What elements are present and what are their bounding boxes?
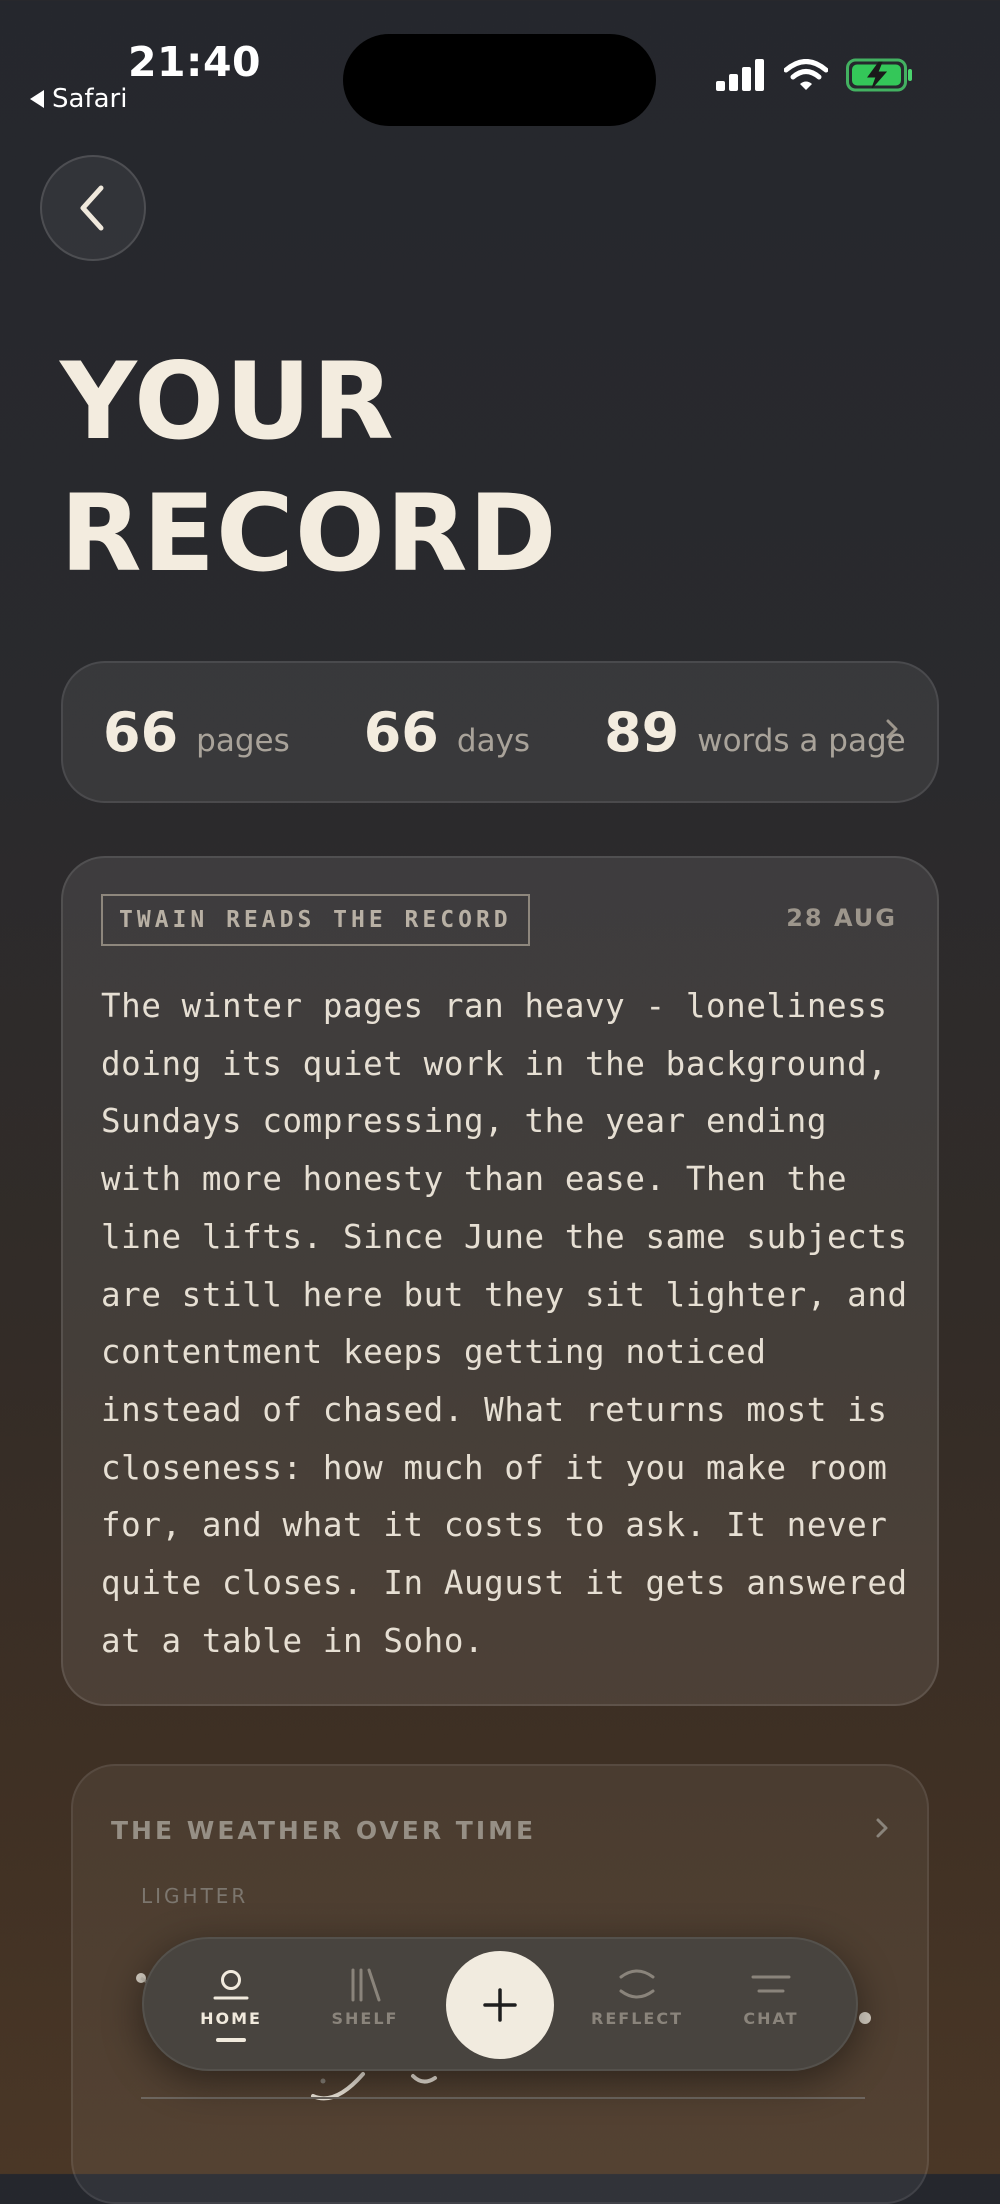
chevron-right-icon [876, 1818, 888, 1838]
back-triangle-icon [30, 90, 44, 108]
home-icon [213, 1970, 249, 2000]
stat-days-label: days [456, 722, 531, 759]
nav-chat[interactable]: CHAT [716, 1939, 826, 2069]
weather-line [311, 2072, 365, 2101]
nav-home[interactable]: HOME [176, 1939, 286, 2069]
reflect-icon [619, 1969, 655, 1999]
stat-pages-value: 66 [103, 700, 179, 764]
add-entry-button[interactable] [446, 1951, 554, 2059]
wifi-icon [784, 59, 828, 90]
stat-days-value: 66 [363, 700, 439, 764]
nav-reflect-label: REFLECT [591, 2009, 683, 2028]
nav-shelf-label: SHELF [331, 2009, 399, 2028]
weather-line [411, 2074, 437, 2084]
bottom-nav: HOME SHELF REFLECT CHAT [142, 1937, 858, 2071]
reading-tag: TWAIN READS THE RECORD [101, 894, 530, 946]
signal-icon [716, 59, 764, 91]
status-icons [716, 58, 914, 92]
stat-words-value: 89 [604, 700, 680, 764]
shelf-icon [351, 1968, 381, 2002]
back-app-label: Safari [52, 84, 128, 114]
stat-pages: 66 pages [103, 701, 290, 764]
chevron-left-icon [80, 185, 104, 231]
nav-active-indicator [216, 2038, 246, 2042]
weather-point [320, 2078, 326, 2084]
page-title-line-2: RECORD [60, 472, 558, 595]
nav-reflect[interactable]: REFLECT [582, 1939, 692, 2069]
stat-words-label: words a page [697, 722, 906, 759]
back-button[interactable] [40, 155, 146, 261]
nav-chat-label: CHAT [743, 2009, 799, 2028]
chevron-right-icon [886, 719, 898, 739]
weather-title: THE WEATHER OVER TIME [111, 1816, 537, 1845]
reading-text: The winter pages ran heavy - loneliness … [101, 987, 908, 1660]
battery-charging-icon [846, 58, 912, 92]
weather-point [859, 2012, 871, 2024]
stat-words: 89 words a page [604, 701, 906, 764]
page-title: YOUR RECORD [60, 336, 558, 600]
stat-pages-label: pages [196, 722, 290, 759]
back-to-safari-link[interactable]: Safari [30, 84, 127, 114]
nav-shelf[interactable]: SHELF [310, 1939, 420, 2069]
plus-icon [483, 1988, 517, 2022]
page-title-line-1: YOUR [60, 340, 395, 463]
reading-date: 28 AUG [786, 904, 897, 932]
status-time: 21:40 [128, 38, 262, 86]
stat-days: 66 days [364, 701, 530, 764]
chat-icon [751, 1975, 791, 1993]
weather-axis-lighter-label: LIGHTER [141, 1884, 249, 1908]
nav-home-label: HOME [200, 2009, 262, 2028]
dynamic-island [343, 34, 656, 126]
record-reading-card: TWAIN READS THE RECORD 28 AUG The winter… [61, 856, 939, 1706]
stats-summary-button[interactable]: 66 pages 66 days 89 words a page [61, 661, 939, 803]
